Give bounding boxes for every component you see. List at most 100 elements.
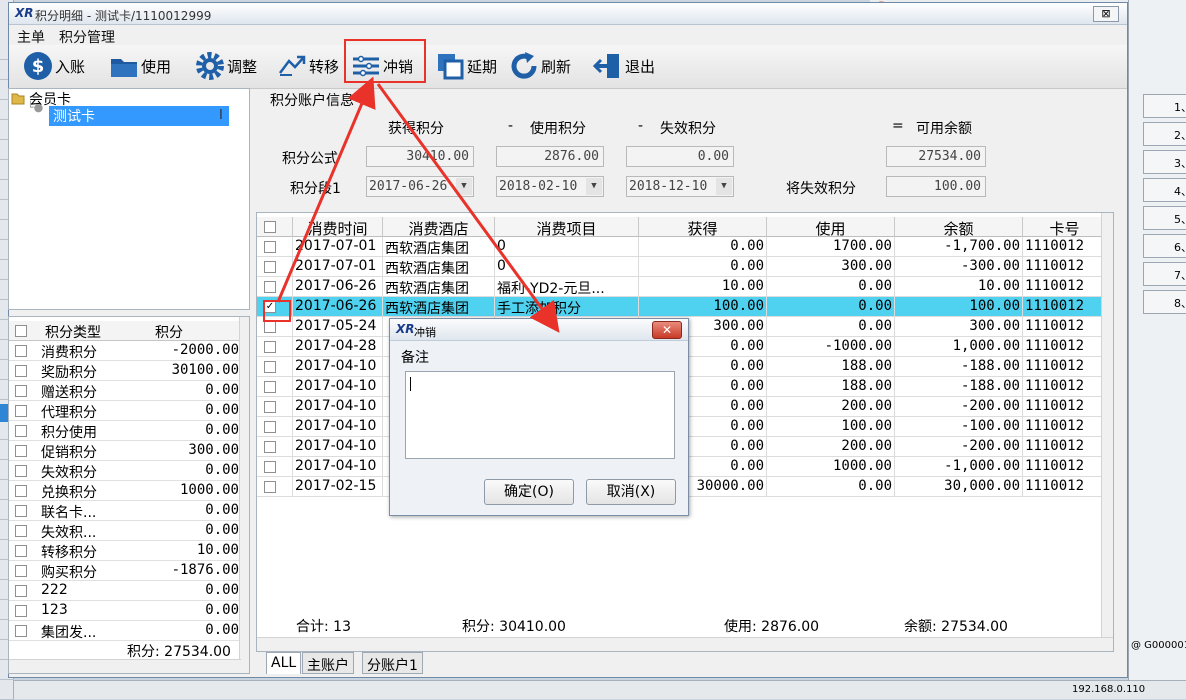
background-button-6[interactable]: 6、消 (1143, 234, 1186, 258)
background-button-7[interactable]: 7、兑 (1143, 262, 1186, 286)
row-checkbox[interactable] (264, 481, 276, 493)
row-checkbox[interactable] (264, 401, 276, 413)
cancel-button[interactable]: 取消(X) (586, 479, 676, 505)
row-checkbox[interactable] (15, 445, 27, 457)
row-checkbox[interactable] (15, 585, 27, 597)
points-type-row[interactable]: 奖励积分 30100.00 (9, 361, 241, 381)
tab-all[interactable]: ALL (266, 652, 302, 674)
post-button[interactable]: $ 入账 (23, 49, 85, 83)
table-row[interactable]: 2017-07-01 西软酒店集团 0 0.00 1700.00 -1,700.00 111… (257, 237, 1107, 257)
expired-points-field[interactable]: 0.00 (626, 146, 734, 167)
segment-date-2-select[interactable]: 2018-02-10 ▼ (496, 176, 604, 197)
points-type-row[interactable]: 代理积分 0.00 (9, 401, 241, 421)
header-used[interactable]: 使用 (767, 217, 895, 237)
exit-button[interactable]: 退出 (593, 49, 655, 83)
available-balance-field[interactable]: 27534.00 (886, 146, 986, 167)
background-button-2[interactable]: 2、 (1143, 122, 1186, 146)
row-checkbox[interactable] (15, 525, 27, 537)
segment-date-1-select[interactable]: 2017-06-26 ▼ (366, 176, 474, 197)
transfer-button[interactable]: 转移 (277, 49, 339, 83)
row-checkbox[interactable] (15, 545, 27, 557)
row-checkbox[interactable] (264, 281, 276, 293)
earned-points-field[interactable]: 30410.00 (366, 146, 474, 167)
refresh-button[interactable]: 刷新 (509, 49, 571, 83)
grid-select-all-checkbox[interactable] (264, 221, 276, 233)
select-all-checkbox[interactable] (15, 325, 27, 337)
points-type-row[interactable]: 消费积分 -2000.00 (9, 341, 241, 361)
row-checkbox[interactable] (15, 345, 27, 357)
window-close-button[interactable]: ⊠ (1093, 6, 1119, 22)
row-checkbox[interactable] (264, 321, 276, 333)
row-checkbox[interactable] (264, 261, 276, 273)
row-checkbox[interactable] (264, 381, 276, 393)
row-checkbox-cell (257, 417, 293, 437)
grid-vertical-scrollbar[interactable] (1101, 213, 1113, 637)
points-type-row[interactable]: 促销积分 300.00 (9, 441, 241, 461)
row-checkbox[interactable] (15, 385, 27, 397)
header-earned[interactable]: 获得 (639, 217, 767, 237)
points-type-row[interactable]: 222 0.00 (9, 581, 241, 601)
points-type-row[interactable]: 联名卡... 0.00 (9, 501, 241, 521)
use-button[interactable]: 使用 (109, 49, 171, 83)
row-checkbox[interactable] (15, 465, 27, 477)
points-type-row[interactable]: 集团发... 0.00 (9, 621, 241, 641)
points-type-row[interactable]: 失效积分 0.00 (9, 461, 241, 481)
header-card-no[interactable]: 卡号 (1023, 217, 1107, 237)
row-checkbox[interactable] (264, 241, 276, 253)
points-type-row[interactable]: 赠送积分 0.00 (9, 381, 241, 401)
menu-points-management[interactable]: 积分管理 (59, 27, 115, 47)
header-hotel[interactable]: 消费酒店 (383, 217, 495, 237)
row-checkbox[interactable] (264, 461, 276, 473)
remark-textarea[interactable] (405, 371, 675, 459)
dialog-close-button[interactable]: ✕ (652, 321, 682, 339)
row-checkbox[interactable] (15, 605, 27, 617)
cell-earned: 100.00 (639, 297, 767, 317)
row-checkbox[interactable] (264, 421, 276, 433)
row-checkbox[interactable] (15, 365, 27, 377)
tab-main-account[interactable]: 主账户 (302, 652, 354, 674)
header-item[interactable]: 消费项目 (495, 217, 639, 237)
tree-node-test-card[interactable]: 测试卡 (49, 106, 229, 126)
table-row[interactable]: 2017-06-26 西软酒店集团 福利-YD2-元旦... 10.00 0.00 10.… (257, 277, 1107, 297)
row-checkbox[interactable] (15, 405, 27, 417)
points-type-row[interactable]: 兑换积分 1000.00 (9, 481, 241, 501)
background-button-1[interactable]: 1、 (1143, 94, 1186, 118)
points-type-row[interactable]: 转移积分 10.00 (9, 541, 241, 561)
table-row[interactable]: 2017-07-01 西软酒店集团 0 0.00 300.00 -300.00 111001… (257, 257, 1107, 277)
row-checkbox[interactable] (15, 565, 27, 577)
left-table-horizontal-scrollbar[interactable] (9, 659, 241, 673)
background-button-8[interactable]: 8、批 (1143, 290, 1186, 314)
row-checkbox[interactable] (15, 505, 27, 517)
row-checkbox[interactable] (15, 485, 27, 497)
header-time[interactable]: 消费时间 (293, 217, 383, 237)
row-checkbox[interactable] (264, 441, 276, 453)
cell-used: 1700.00 (767, 237, 895, 257)
header-balance[interactable]: 余额 (895, 217, 1023, 237)
background-button-3[interactable]: 3、 (1143, 150, 1186, 174)
row-checkbox[interactable] (264, 361, 276, 373)
points-type-row[interactable]: 购买积分 -1876.00 (9, 561, 241, 581)
row-checkbox-cell (257, 477, 293, 497)
segment-date-3-value: 2018-12-10 (629, 179, 708, 194)
ok-button[interactable]: 确定(O) (484, 479, 574, 505)
points-type-row[interactable]: 积分使用 0.00 (9, 421, 241, 441)
background-button-5[interactable]: 5、数 (1143, 206, 1186, 230)
points-type-row[interactable]: 123 0.00 (9, 601, 241, 621)
text-caret (410, 377, 411, 391)
grid-horizontal-scrollbar[interactable] (257, 637, 1113, 651)
remark-label: 备注 (401, 350, 429, 366)
used-points-field[interactable]: 2876.00 (496, 146, 604, 167)
row-checkbox[interactable] (264, 341, 276, 353)
background-button-4[interactable]: 4、 (1143, 178, 1186, 202)
left-table-vertical-scrollbar[interactable] (239, 317, 249, 673)
points-type-row[interactable]: 失效积... 0.00 (9, 521, 241, 541)
extend-button[interactable]: 延期 (435, 49, 497, 83)
menu-main[interactable]: 主单 (17, 27, 45, 47)
table-row[interactable]: ✓ 2017-06-26 西软酒店集团 手工添加积分 100.00 0.00 100.00 1… (257, 297, 1107, 317)
row-checkbox[interactable] (15, 425, 27, 437)
expiring-points-field[interactable]: 100.00 (886, 176, 986, 197)
row-checkbox[interactable] (15, 625, 27, 637)
adjust-button[interactable]: 调整 (195, 49, 257, 83)
tab-sub-account-1[interactable]: 分账户1 (362, 652, 423, 674)
segment-date-3-select[interactable]: 2018-12-10 ▼ (626, 176, 734, 197)
